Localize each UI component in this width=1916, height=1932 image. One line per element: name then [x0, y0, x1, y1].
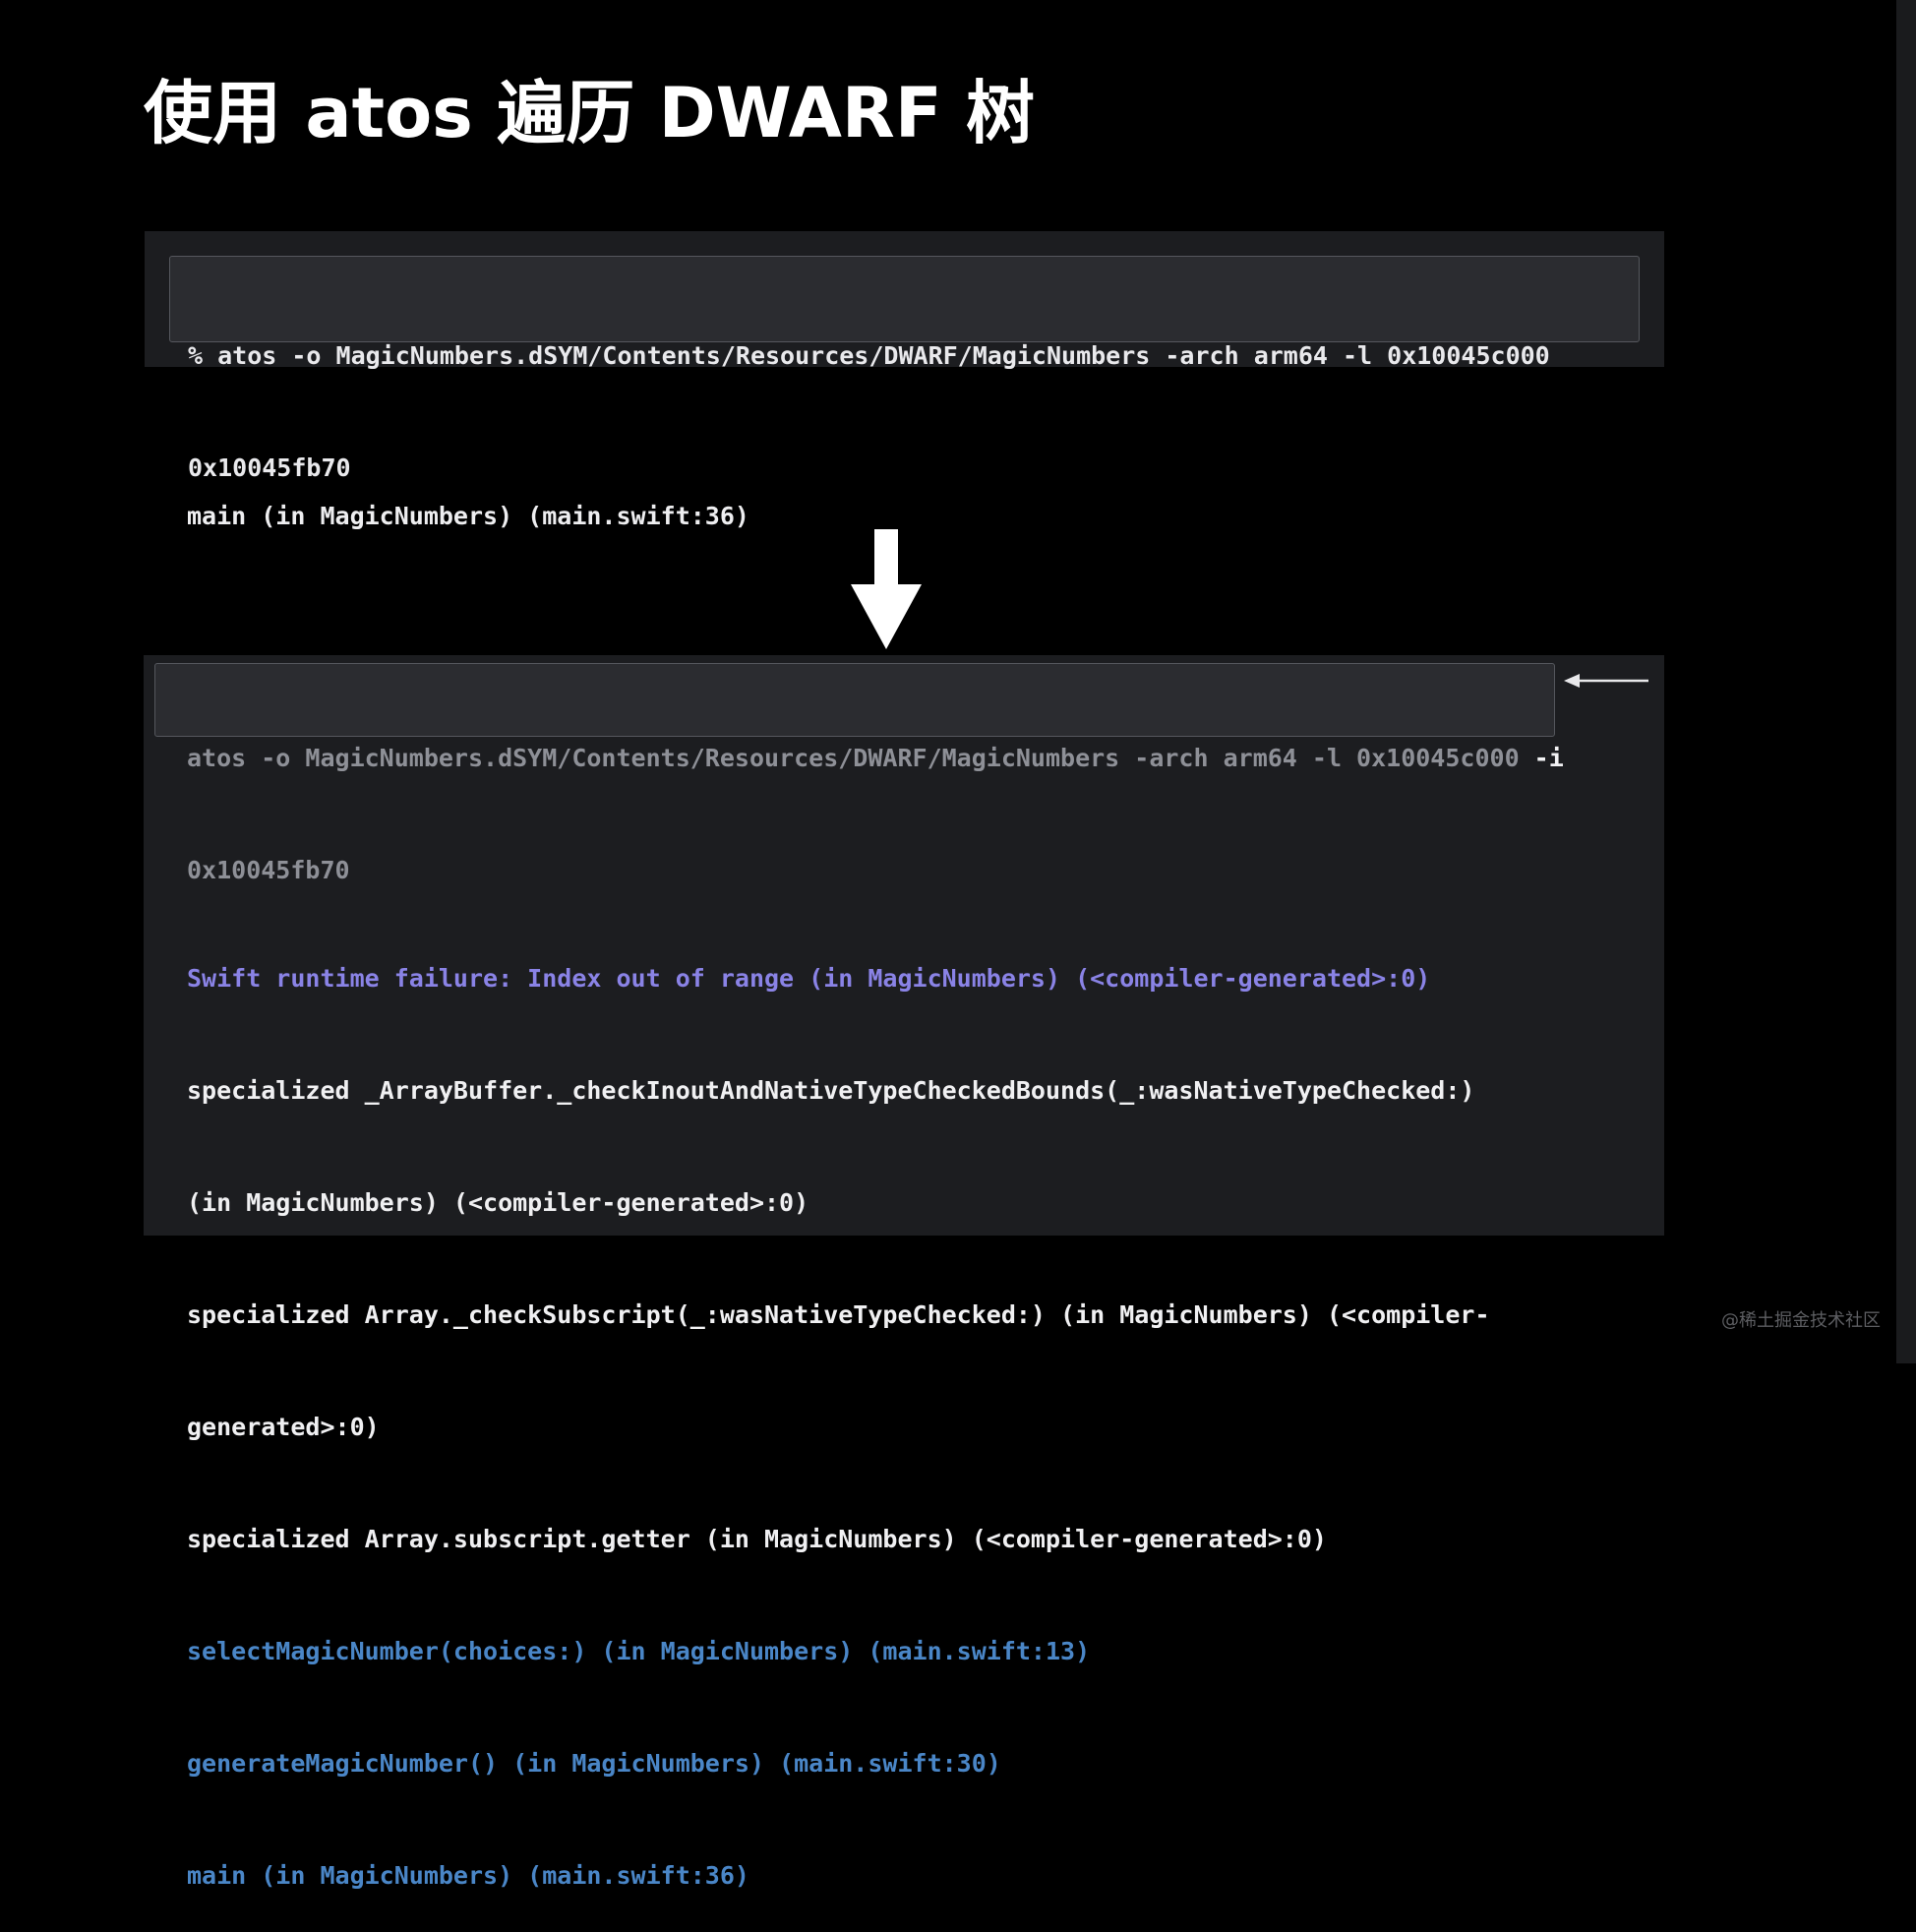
top-command-line-1: % atos -o MagicNumbers.dSYM/Contents/Res…	[188, 341, 1550, 370]
output-line-check-bounds: specialized _ArrayBuffer._checkInoutAndN…	[187, 1076, 1475, 1105]
inline-output: Swift runtime failure: Index out of rang…	[187, 885, 1490, 1932]
down-arrow-icon	[851, 529, 922, 649]
basic-output-line: main (in MagicNumbers) (main.swift:36)	[187, 502, 749, 530]
inline-command-line-2: 0x10045fb70	[187, 856, 350, 884]
right-edge-strip	[1896, 0, 1916, 1363]
inline-flag: -i	[1533, 744, 1564, 772]
output-line-check-subscript: specialized Array._checkSubscript(_:wasN…	[187, 1300, 1490, 1329]
slide-title: 使用 atos 遍历 DWARF 树	[144, 73, 1036, 153]
inline-command-box: atos -o MagicNumbers.dSYM/Contents/Resou…	[154, 663, 1564, 884]
top-command-line-2: 0x10045fb70	[188, 453, 351, 482]
inline-command-line-1: atos -o MagicNumbers.dSYM/Contents/Resou…	[187, 740, 1564, 777]
output-line-generate-magic-number: generateMagicNumber() (in MagicNumbers) …	[187, 1749, 1001, 1778]
output-line-subscript-getter: specialized Array.subscript.getter (in M…	[187, 1525, 1327, 1553]
output-line-select-magic-number: selectMagicNumber(choices:) (in MagicNum…	[187, 1637, 1091, 1665]
output-line-main: main (in MagicNumbers) (main.swift:36)	[187, 1861, 749, 1890]
inline-command-text: atos -o MagicNumbers.dSYM/Contents/Resou…	[187, 744, 1534, 772]
watermark: @稀土掘金技术社区	[1721, 1310, 1881, 1331]
output-line-check-subscript-cont: generated>:0)	[187, 1413, 380, 1441]
left-arrow-icon	[1564, 674, 1648, 688]
output-line-check-bounds-cont: (in MagicNumbers) (<compiler-generated>:…	[187, 1188, 809, 1217]
output-line-runtime-failure: Swift runtime failure: Index out of rang…	[187, 964, 1431, 993]
top-command-box: % atos -o MagicNumbers.dSYM/Contents/Res…	[169, 256, 1640, 482]
